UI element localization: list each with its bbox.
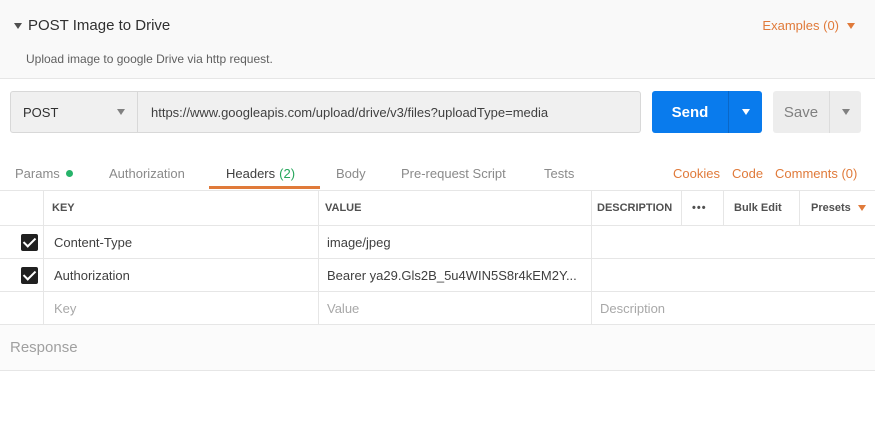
row-checkbox[interactable] <box>21 226 38 258</box>
chevron-down-icon <box>847 22 855 29</box>
code-link[interactable]: Code <box>732 155 763 191</box>
request-description: Upload image to google Drive via http re… <box>26 52 273 66</box>
checkmark-icon <box>21 266 38 284</box>
request-tabs: Params Authorization Headers (2) Body Pr… <box>0 155 875 191</box>
table-header-row: KEY VALUE DESCRIPTION ••• Bulk Edit Pres… <box>0 191 875 226</box>
row-checkbox[interactable] <box>21 259 38 291</box>
column-key: KEY <box>52 202 75 214</box>
send-button[interactable]: Send <box>652 91 728 133</box>
tab-pre-request-label: Pre-request Script <box>401 165 506 181</box>
column-value: VALUE <box>325 202 362 214</box>
save-button-group: Save <box>773 91 861 133</box>
send-button-group: Send <box>652 91 762 133</box>
new-description-input[interactable]: Description <box>600 292 665 324</box>
new-key-input[interactable]: Key <box>54 292 76 324</box>
table-row: Authorization Bearer ya29.Gls2B_5u4WIN5S… <box>0 259 875 292</box>
header-value-cell[interactable]: image/jpeg <box>327 226 391 258</box>
method-value: POST <box>23 104 59 120</box>
header-key-cell[interactable]: Content-Type <box>54 226 132 258</box>
request-header: POST Image to Drive Upload image to goog… <box>0 0 875 79</box>
chevron-down-icon <box>857 205 866 211</box>
url-input[interactable]: https://www.googleapis.com/upload/drive/… <box>138 91 641 133</box>
url-value: https://www.googleapis.com/upload/drive/… <box>151 104 549 120</box>
bulk-edit-button[interactable]: Bulk Edit <box>734 191 782 225</box>
tab-authorization-label: Authorization <box>109 165 185 181</box>
header-key-cell[interactable]: Authorization <box>54 259 130 291</box>
examples-dropdown[interactable]: Examples (0) <box>762 18 855 33</box>
new-value-input[interactable]: Value <box>327 292 359 324</box>
cookies-link[interactable]: Cookies <box>673 155 720 191</box>
more-options-icon[interactable]: ••• <box>692 191 707 225</box>
tab-body-label: Body <box>336 165 366 181</box>
table-row: Content-Type image/jpeg <box>0 226 875 259</box>
save-button[interactable]: Save <box>773 91 829 133</box>
url-bar: POST https://www.googleapis.com/upload/d… <box>10 91 641 133</box>
tab-headers-label: Headers <box>226 165 276 181</box>
presets-dropdown[interactable]: Presets <box>811 191 866 225</box>
collapse-caret-icon[interactable] <box>14 22 22 29</box>
tab-body[interactable]: Body <box>336 155 366 191</box>
tab-pre-request-script[interactable]: Pre-request Script <box>401 155 506 191</box>
send-dropdown-button[interactable] <box>728 91 762 133</box>
request-title-toggle[interactable]: POST Image to Drive <box>14 17 170 34</box>
status-dot-icon <box>65 169 73 177</box>
header-description-cell[interactable] <box>600 259 872 291</box>
chevron-down-icon <box>741 109 750 115</box>
tab-tests[interactable]: Tests <box>544 155 574 191</box>
tab-params-label: Params <box>15 165 60 181</box>
header-description-cell[interactable] <box>600 226 872 258</box>
response-panel: Response <box>0 325 875 371</box>
save-dropdown-button[interactable] <box>829 91 861 133</box>
column-description: DESCRIPTION <box>597 202 673 214</box>
tab-params[interactable]: Params <box>15 155 73 191</box>
checkmark-icon <box>21 233 38 251</box>
examples-label: Examples (0) <box>762 18 839 33</box>
method-select[interactable]: POST <box>10 91 138 133</box>
comments-link[interactable]: Comments (0) <box>775 155 857 191</box>
tab-tests-label: Tests <box>544 165 575 181</box>
active-tab-indicator <box>209 186 320 189</box>
tab-authorization[interactable]: Authorization <box>109 155 185 191</box>
response-label: Response <box>10 339 78 356</box>
chevron-down-icon <box>841 109 850 115</box>
tab-headers-count: (2) <box>279 165 296 181</box>
request-name[interactable]: POST Image to Drive <box>28 17 170 34</box>
table-row-new: Key Value Description <box>0 292 875 325</box>
chevron-down-icon <box>117 109 125 115</box>
header-value-cell[interactable]: Bearer ya29.Gls2B_5u4WIN5S8r4kEM2Y... <box>327 259 577 291</box>
presets-label: Presets <box>811 202 851 214</box>
